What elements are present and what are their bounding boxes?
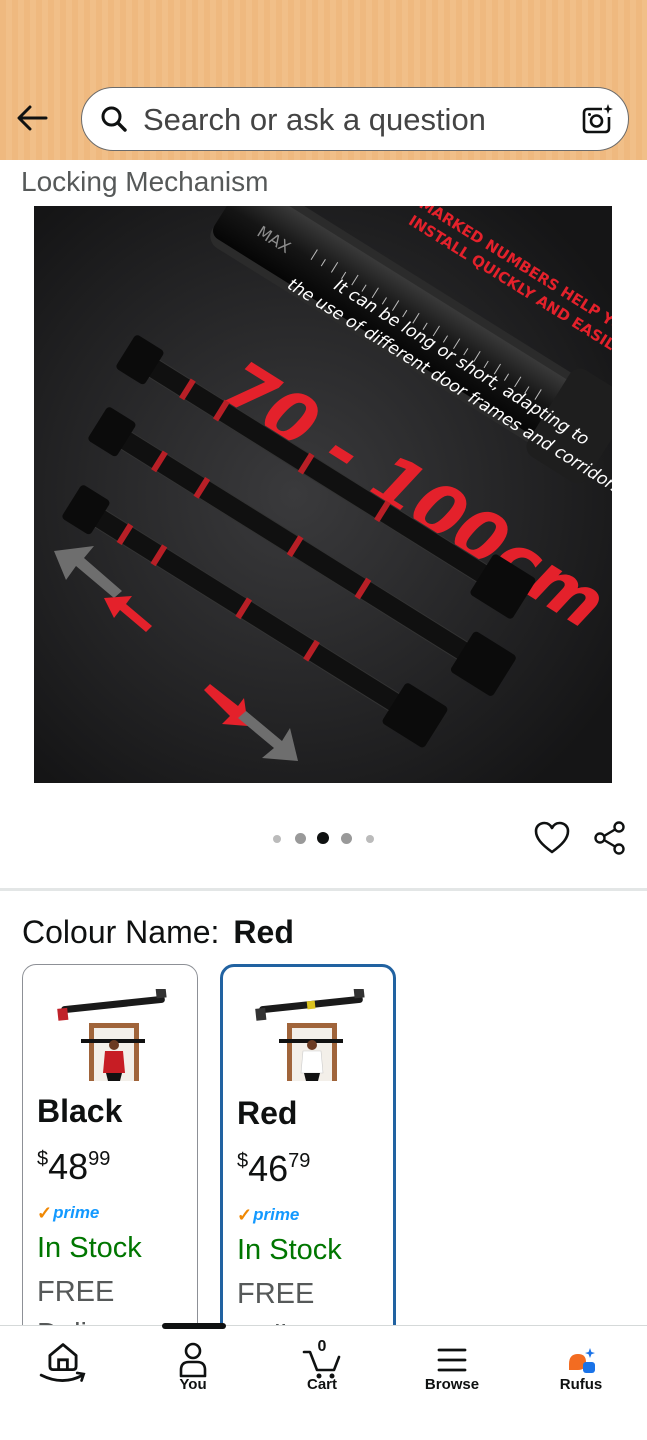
nav-label: Cart [306, 1376, 337, 1393]
price-currency: $ [37, 1148, 49, 1170]
nav-label: Browse [424, 1376, 480, 1393]
prime-label: prime [53, 1203, 100, 1222]
shipping-label: FREE [237, 1278, 315, 1310]
home-icon [39, 1343, 86, 1382]
stock-status: In Stock [37, 1232, 142, 1264]
carousel-dot[interactable] [366, 835, 374, 843]
nav-label: You [179, 1376, 207, 1393]
bottom-navigation: You 0 Cart Browse Rufus [0, 1323, 647, 1440]
app-header: Search or ask a question [0, 0, 647, 160]
variant-price: $4899 [37, 1139, 110, 1195]
search-icon [101, 106, 127, 132]
variant-price: $4679 [237, 1141, 310, 1197]
person-icon [179, 1342, 207, 1378]
colour-label-text: Colour Name: [22, 914, 220, 950]
price-fraction: 99 [88, 1148, 111, 1170]
cart-icon-wrap: 0 [300, 1338, 344, 1380]
carousel-dot-active[interactable] [317, 832, 329, 844]
carousel-dot[interactable] [273, 835, 281, 843]
variant-thumbnail [255, 989, 365, 1081]
price-whole: 48 [48, 1146, 89, 1187]
carousel-dot[interactable] [341, 833, 352, 844]
share-button[interactable] [592, 820, 628, 856]
search-input[interactable]: Search or ask a question [143, 102, 486, 138]
cart-count: 0 [317, 1338, 327, 1355]
nav-home[interactable] [8, 1326, 118, 1416]
variant-thumbnail [57, 989, 167, 1081]
heart-icon [534, 821, 570, 854]
menu-icon [437, 1348, 467, 1372]
back-arrow-icon [17, 105, 48, 131]
wishlist-button[interactable] [533, 820, 571, 856]
nav-browse[interactable]: Browse [397, 1326, 507, 1416]
camera-search-icon[interactable] [580, 102, 614, 136]
product-image[interactable]: MAX MARKED NUMBERS HELP YOU INSTALL QUIC… [34, 206, 612, 783]
variant-card-black[interactable]: Black $4899 ✓prime In Stock FREE Deliver… [22, 964, 198, 1344]
prime-badge: ✓ prime [237, 1203, 299, 1227]
prime-check-icon: ✓ [237, 1204, 253, 1225]
search-bar[interactable]: Search or ask a question [81, 87, 629, 151]
prime-check-icon: ✓ [37, 1202, 53, 1223]
variant-name: Red [237, 1095, 298, 1131]
colour-selected-value: Red [233, 914, 294, 950]
prime-badge: ✓ prime [37, 1201, 99, 1225]
prime-label: prime [253, 1205, 300, 1224]
nav-label: Rufus [559, 1376, 603, 1393]
nav-rufus[interactable]: Rufus [526, 1326, 636, 1416]
variant-name: Black [37, 1093, 123, 1129]
section-title: Locking Mechanism [21, 166, 269, 197]
shipping-label: FREE [37, 1276, 115, 1308]
back-button[interactable] [12, 96, 52, 140]
colour-name-label: Colour Name: Red [22, 912, 294, 952]
divider [0, 888, 647, 891]
share-icon [594, 821, 625, 855]
stock-status: In Stock [237, 1234, 342, 1266]
price-fraction: 79 [288, 1150, 311, 1172]
variant-card-red[interactable]: Red $4679 ✓prime In Stock FREE Delivery [220, 964, 396, 1344]
price-currency: $ [237, 1150, 249, 1172]
price-whole: 46 [248, 1148, 289, 1189]
nav-cart[interactable]: 0 Cart [267, 1326, 377, 1416]
nav-you[interactable]: You [138, 1326, 248, 1416]
rufus-icon [569, 1348, 595, 1373]
carousel-dot[interactable] [295, 833, 306, 844]
